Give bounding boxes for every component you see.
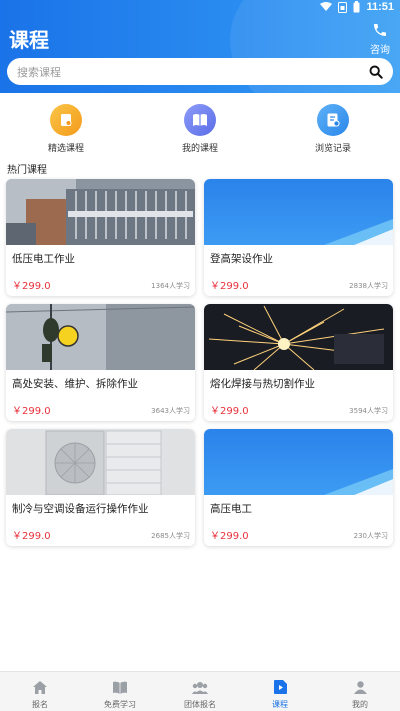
course-card[interactable]: 低压电工作业 ￥299.0 1364人学习: [6, 179, 195, 296]
course-thumbnail: [204, 429, 393, 495]
bottom-nav-group-signup[interactable]: 团体报名: [160, 672, 240, 711]
course-thumbnail: [6, 179, 195, 245]
bottom-nav-courses[interactable]: 课程: [240, 672, 320, 711]
course-thumbnail: [204, 179, 393, 245]
quick-nav: 精选课程 我的课程 浏览记录: [0, 104, 400, 154]
bottom-nav-label: 我的: [352, 700, 368, 709]
search-input[interactable]: 搜索课程: [17, 64, 369, 80]
course-learners: 2838人学习: [349, 282, 388, 290]
status-time: 11:51: [366, 1, 394, 13]
course-name: 高压电工: [210, 503, 252, 515]
course-card[interactable]: 登高架设作业 ￥299.0 2838人学习: [204, 179, 393, 296]
bottom-nav-signup[interactable]: 报名: [0, 672, 80, 711]
course-price: ￥299.0: [210, 281, 249, 292]
quick-nav-my-courses[interactable]: 我的课程: [160, 104, 240, 154]
course-card[interactable]: 高处安装、维护、拆除作业 ￥299.0 3643人学习: [6, 304, 195, 421]
user-icon: [353, 681, 367, 694]
bottom-nav-label: 免费学习: [104, 700, 136, 709]
course-name: 登高架设作业: [210, 253, 273, 265]
course-price: ￥299.0: [210, 531, 249, 542]
wifi-icon: [320, 2, 333, 11]
course-price: ￥299.0: [210, 406, 249, 417]
course-card[interactable]: 高压电工 ￥299.0 230人学习: [204, 429, 393, 546]
quick-nav-label: 浏览记录: [314, 144, 351, 154]
home-icon: [33, 681, 47, 694]
status-bar: 11:51: [0, 0, 400, 16]
course-thumbnail: [204, 304, 393, 370]
course-learners: 3594人学习: [349, 407, 388, 415]
course-learners: 1364人学习: [151, 282, 190, 290]
course-price: ￥299.0: [12, 281, 51, 292]
course-learners: 3643人学习: [151, 407, 190, 415]
battery-icon: [353, 1, 360, 13]
course-card[interactable]: 制冷与空调设备运行操作作业 ￥299.0 2685人学习: [6, 429, 195, 546]
header: 11:51 课程 咨询 搜索课程: [0, 0, 400, 93]
course-price: ￥299.0: [12, 406, 51, 417]
bottom-nav: 报名 免费学习 团体报名 课程 我的: [0, 671, 400, 711]
course-name: 低压电工作业: [12, 253, 75, 265]
bottom-nav-free-learning[interactable]: 免费学习: [80, 672, 160, 711]
course-thumbnail: [6, 429, 195, 495]
course-learners: 2685人学习: [151, 532, 190, 540]
course-price: ￥299.0: [12, 531, 51, 542]
course-thumbnail: [6, 304, 195, 370]
consult-button[interactable]: 咨询: [368, 22, 392, 56]
phone-icon: [374, 24, 386, 36]
book-open-icon: [113, 681, 127, 694]
quick-nav-label: 我的课程: [181, 144, 218, 154]
book-icon: [184, 104, 216, 136]
bottom-nav-profile[interactable]: 我的: [320, 672, 400, 711]
course-learners: 230人学习: [353, 532, 388, 540]
bottom-nav-label: 报名: [32, 700, 48, 709]
bottom-nav-label: 课程: [272, 700, 288, 709]
consult-label: 咨询: [370, 45, 390, 56]
search-icon[interactable]: [369, 65, 383, 79]
quick-nav-label: 精选课程: [47, 144, 84, 154]
bottom-nav-label: 团体报名: [184, 700, 216, 709]
course-card[interactable]: 熔化焊接与热切割作业 ￥299.0 3594人学习: [204, 304, 393, 421]
status-icons: 11:51: [320, 1, 394, 13]
group-icon: [192, 682, 208, 694]
quick-nav-history[interactable]: 浏览记录: [293, 104, 373, 154]
course-name: 制冷与空调设备运行操作作业: [12, 503, 149, 515]
page-title: 课程: [9, 28, 49, 52]
course-name: 熔化焊接与热切割作业: [210, 378, 315, 390]
history-icon: [317, 104, 349, 136]
section-title: 热门课程: [7, 165, 47, 176]
sim-icon: [338, 1, 348, 13]
course-name: 高处安装、维护、拆除作业: [12, 378, 138, 390]
course-icon: [273, 680, 287, 694]
search-bar[interactable]: 搜索课程: [7, 58, 393, 85]
quick-nav-featured-courses[interactable]: 精选课程: [26, 104, 106, 154]
featured-course-icon: [50, 104, 82, 136]
